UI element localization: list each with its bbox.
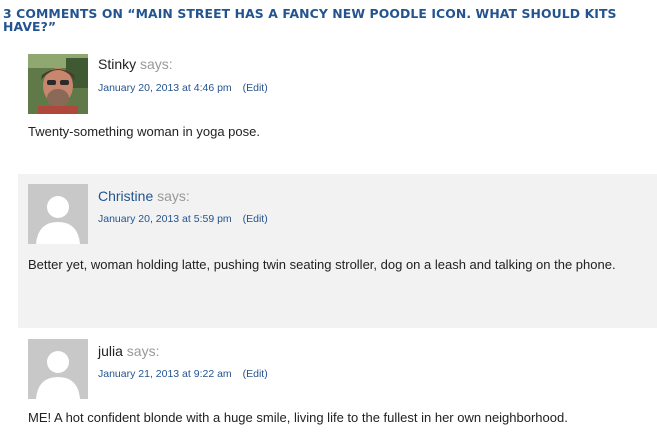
avatar [28, 54, 88, 114]
comment-text: Better yet, woman holding latte, pushing… [28, 257, 616, 272]
comment-author: julia [98, 343, 123, 359]
says-label: says: [140, 56, 173, 72]
comment-item: Christine says: January 20, 2013 at 5:59… [18, 174, 657, 328]
avatar [28, 184, 88, 244]
comment-item: Stinky says: January 20, 2013 at 4:46 pm… [18, 44, 657, 172]
comment-text: ME! A hot confident blonde with a huge s… [28, 410, 568, 425]
comment-date-link[interactable]: January 21, 2013 at 9:22 am [98, 368, 232, 380]
comment-date-link[interactable]: January 20, 2013 at 4:46 pm [98, 82, 232, 94]
comment-author: Stinky [98, 56, 137, 72]
says-label: says: [126, 343, 160, 359]
default-avatar-icon [28, 184, 88, 244]
comment-date-link[interactable]: January 20, 2013 at 5:59 pm [98, 213, 232, 225]
says-label: says: [157, 188, 190, 204]
comment-author-link[interactable]: Christine [98, 188, 153, 204]
default-avatar-icon [28, 339, 88, 399]
edit-link[interactable]: (Edit) [243, 82, 268, 94]
avatar [28, 339, 88, 399]
comment-item: julia says: January 21, 2013 at 9:22 am … [18, 330, 657, 432]
comment-text: Twenty-something woman in yoga pose. [28, 124, 260, 139]
edit-link[interactable]: (Edit) [243, 213, 268, 225]
edit-link[interactable]: (Edit) [243, 368, 268, 380]
comments-heading: 3 COMMENTS ON “MAIN STREET HAS A FANCY N… [3, 6, 617, 34]
user-photo-icon [28, 54, 88, 114]
